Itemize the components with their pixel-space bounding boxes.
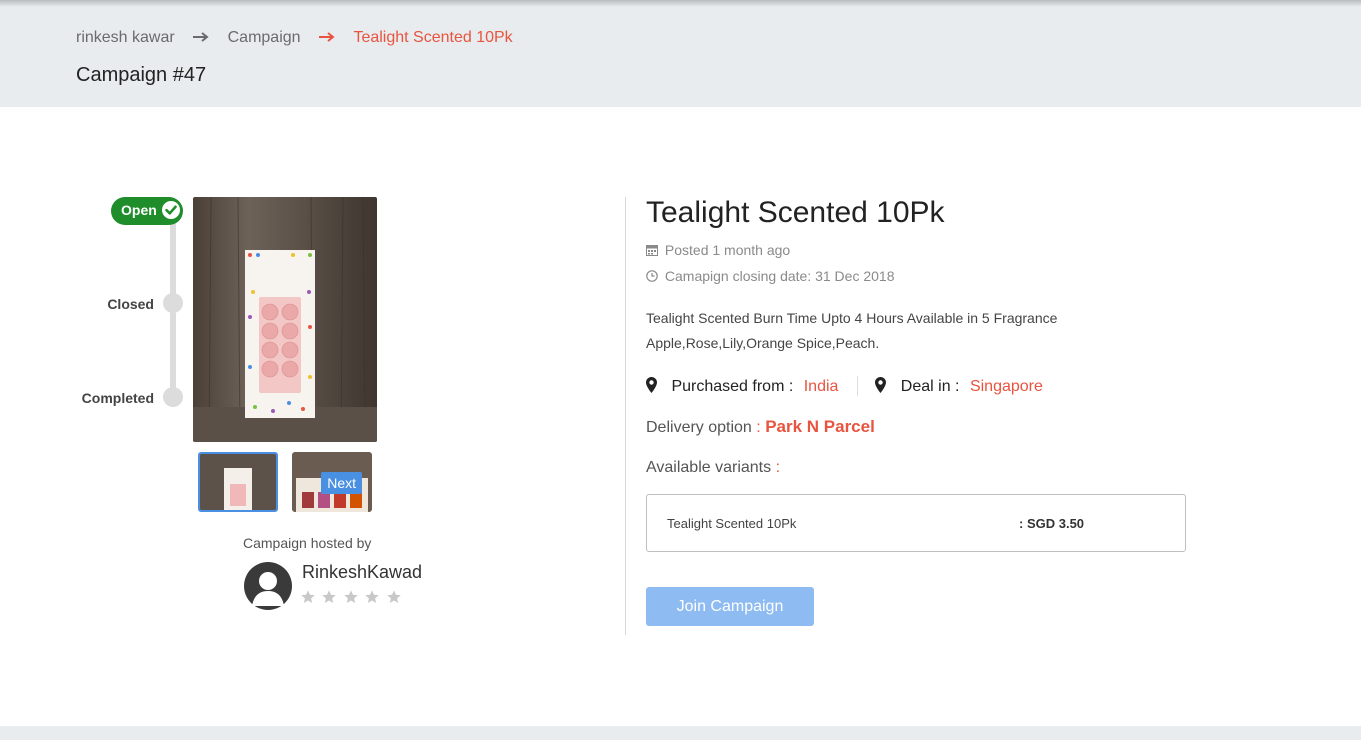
breadcrumb: rinkesh kawar Campaign Tealight Scented … [76, 29, 513, 47]
location-separator [856, 376, 858, 396]
status-open-badge: Open [111, 197, 183, 225]
join-campaign-button[interactable]: Join Campaign [646, 587, 814, 626]
host-name[interactable]: RinkeshKawad [302, 562, 422, 583]
delivery-value: Park N Parcel [765, 417, 875, 436]
breadcrumb-item-campaign[interactable]: Campaign [228, 29, 301, 46]
variants-label-text: Available variants [646, 459, 772, 476]
map-pin-icon [646, 376, 657, 393]
purchased-from: Purchased from : India [646, 376, 839, 396]
variant-option[interactable]: Tealight Scented 10Pk : SGD 3.50 [646, 494, 1186, 552]
deal-in-value: Singapore [969, 377, 1043, 395]
arrow-right-icon [319, 29, 335, 47]
star-icon [344, 590, 358, 603]
hosted-by-label: Campaign hosted by [243, 535, 372, 551]
host-rating [300, 589, 403, 610]
page-header: rinkesh kawar Campaign Tealight Scented … [0, 7, 1361, 107]
breadcrumb-item-user[interactable]: rinkesh kawar [76, 29, 175, 46]
map-pin-icon [875, 376, 887, 393]
star-icon [301, 590, 315, 603]
variants-separator: : [775, 459, 781, 476]
variant-name: Tealight Scented 10Pk [667, 516, 797, 531]
status-completed-label: Completed [81, 390, 154, 406]
status-open-label: Open [121, 202, 157, 218]
deal-in-label: Deal in : [900, 377, 960, 395]
delivery-label: Delivery option [646, 419, 752, 436]
star-icon [387, 590, 401, 603]
available-variants-label: Available variants : [646, 459, 780, 477]
delivery-separator: : [756, 419, 761, 436]
status-closed-label: Closed [107, 296, 154, 312]
check-circle-icon [162, 201, 180, 219]
breadcrumb-item-current: Tealight Scented 10Pk [353, 29, 513, 46]
location-info: Purchased from : India Deal in : Singapo… [646, 376, 1043, 396]
arrow-right-icon [193, 29, 209, 47]
status-closed-dot [163, 293, 183, 313]
product-main-image[interactable] [193, 197, 377, 442]
calendar-icon [646, 245, 658, 256]
purchased-from-value: India [803, 377, 839, 395]
star-icon [365, 590, 380, 603]
thumbnail-2[interactable]: Next [292, 452, 372, 512]
variant-price: : SGD 3.50 [1019, 516, 1085, 531]
product-description: Tealight Scented Burn Time Upto 4 Hours … [646, 310, 1058, 351]
host-avatar[interactable] [244, 562, 292, 610]
page-title: Campaign #47 [76, 64, 207, 86]
top-shadow-bar [0, 0, 1361, 7]
status-completed-dot [163, 387, 183, 407]
closing-meta: Camapign closing date: 31 Dec 2018 [646, 268, 894, 284]
purchased-from-label: Purchased from : [671, 377, 794, 395]
next-image-button[interactable]: Next [321, 472, 362, 494]
thumbnail-1[interactable] [198, 452, 278, 512]
delivery-option: Delivery option : Park N Parcel [646, 417, 875, 437]
column-divider [625, 197, 626, 635]
deal-in: Deal in : Singapore [875, 376, 1043, 396]
clock-icon [646, 270, 658, 282]
posted-text: Posted 1 month ago [664, 242, 791, 258]
closing-date-text: Camapign closing date: 31 Dec 2018 [664, 268, 895, 284]
product-title: Tealight Scented 10Pk [646, 196, 945, 229]
posted-meta: Posted 1 month ago [646, 242, 790, 258]
star-icon [322, 590, 337, 603]
footer-strip [0, 726, 1361, 740]
